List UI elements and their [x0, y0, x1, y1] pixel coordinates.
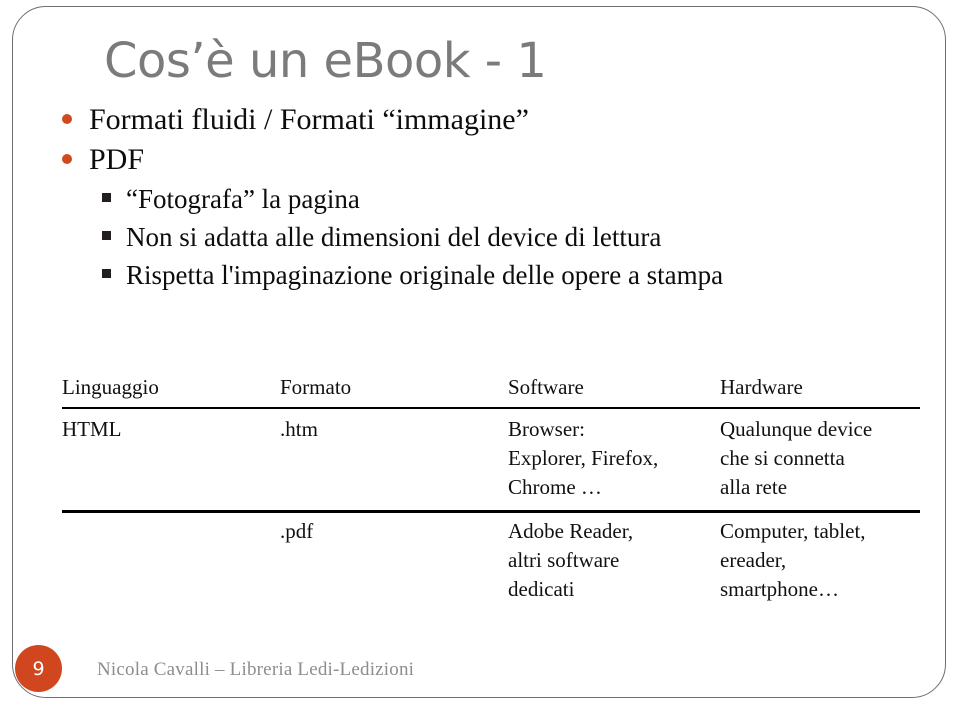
bullet-item: Non si adatta alle dimensioni del device… — [102, 218, 936, 256]
cell-line: Chrome … — [508, 475, 602, 499]
bullet-list: Formati fluidi / Formati “immagine” PDF … — [56, 100, 936, 294]
bullet-text: PDF — [89, 143, 145, 176]
cell-line: Explorer, Firefox, — [508, 446, 659, 470]
footer-credit: Nicola Cavalli – Libreria Ledi-Ledizioni — [97, 659, 415, 680]
table-body: HTML .htm Browser: Explorer, Firefox, Ch… — [62, 408, 920, 612]
column-header-formato: Formato — [280, 375, 352, 399]
cell-software: Browser: Explorer, Firefox, Chrome … — [508, 408, 720, 511]
bullet-text: Rispetta l'impaginazione originale delle… — [126, 260, 724, 290]
bullet-text: Non si adatta alle dimensioni del device… — [126, 222, 662, 252]
bullet-item: Formati fluidi / Formati “immagine” — [62, 100, 936, 140]
cell-hardware: Qualunque device che si connetta alla re… — [720, 408, 920, 511]
cell-line: che si connetta — [720, 446, 845, 470]
cell-software: Adobe Reader, altri software dedicati — [508, 511, 720, 613]
bullet-square-icon — [102, 231, 111, 240]
cell-linguaggio: HTML — [62, 417, 122, 441]
bullet-dot-icon — [62, 114, 72, 124]
cell-hardware: Computer, tablet, ereader, smartphone… — [720, 511, 920, 613]
bullet-item: “Fotografa” la pagina — [102, 180, 936, 218]
table-header-row: Linguaggio Formato Software Hardware — [62, 372, 920, 408]
cell-line: smartphone… — [720, 577, 839, 601]
table-row: HTML .htm Browser: Explorer, Firefox, Ch… — [62, 408, 920, 511]
slide: Cos’è un eBook - 1 Formati fluidi / Form… — [0, 0, 960, 712]
table-row: .pdf Adobe Reader, altri software dedica… — [62, 510, 920, 613]
column-header-linguaggio: Linguaggio — [62, 375, 159, 399]
bullet-dot-icon — [62, 154, 72, 164]
bullet-text: Formati fluidi / Formati “immagine” — [89, 103, 529, 136]
cell-line: Adobe Reader, — [508, 519, 634, 543]
column-header-software: Software — [508, 375, 584, 399]
comparison-table-wrapper: Linguaggio Formato Software Hardware HTM… — [62, 372, 920, 612]
cell-line: alla rete — [720, 475, 788, 499]
cell-line: ereader, — [720, 548, 787, 572]
cell-line: altri software — [508, 548, 620, 572]
bullet-text: “Fotografa” la pagina — [126, 184, 360, 214]
slide-title: Cos’è un eBook - 1 — [104, 33, 547, 89]
cell-line: Qualunque device — [720, 417, 873, 441]
page-number-badge: 9 — [15, 645, 62, 692]
bullet-item: Rispetta l'impaginazione originale delle… — [102, 256, 936, 294]
bullet-square-icon — [102, 193, 111, 202]
cell-linguaggio — [62, 511, 280, 613]
bullet-item: PDF — [62, 140, 936, 180]
cell-formato: .htm — [280, 417, 318, 441]
cell-formato: .pdf — [280, 519, 314, 543]
cell-line: Browser: — [508, 417, 585, 441]
cell-line: dedicati — [508, 577, 575, 601]
bullet-square-icon — [102, 269, 111, 278]
comparison-table: Linguaggio Formato Software Hardware HTM… — [62, 372, 920, 612]
column-header-hardware: Hardware — [720, 375, 803, 399]
cell-line: Computer, tablet, — [720, 519, 866, 543]
table-header: Linguaggio Formato Software Hardware — [62, 372, 920, 408]
